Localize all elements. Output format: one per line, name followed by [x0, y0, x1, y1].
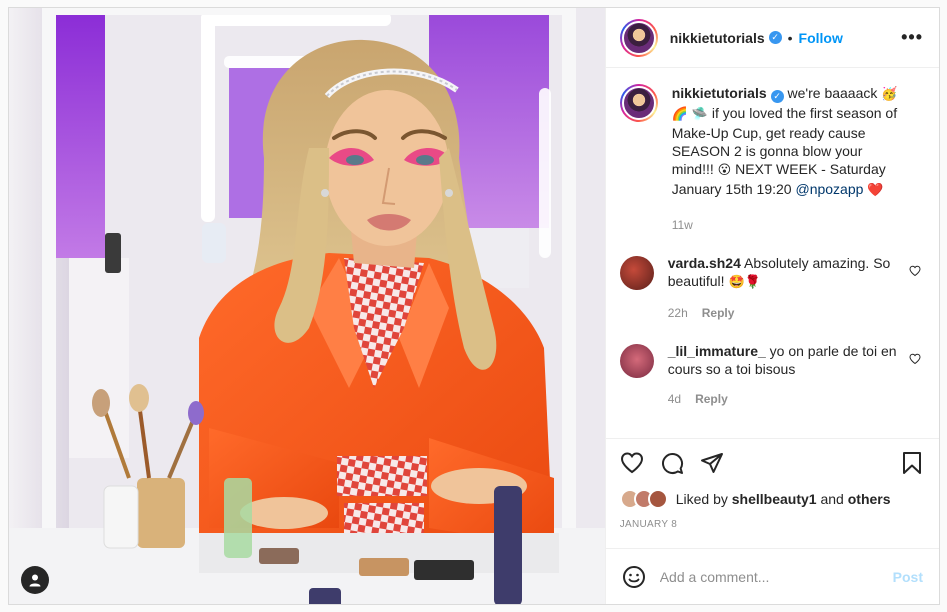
caption: nikkietutorials ✓ we're baaaack 🥳🌈 🛸 if y… [619, 84, 923, 234]
more-options-button[interactable]: ••• [901, 27, 923, 48]
heart-icon [909, 265, 921, 277]
emoji-icon [622, 565, 645, 588]
user-tag-icon [29, 574, 41, 587]
add-comment-bar: Post [605, 548, 939, 604]
likes-summary: Liked by shellbeauty1 and others [619, 489, 923, 509]
caption-username[interactable]: nikkietutorials [672, 85, 767, 101]
author-avatar[interactable] [619, 18, 658, 57]
share-button[interactable] [700, 451, 724, 475]
likes-joiner: and [820, 491, 844, 507]
post-actions: Liked by shellbeauty1 and others JANUARY… [605, 438, 939, 548]
comment-item: _lil_immature_ yo on parle de toi en cou… [619, 342, 923, 408]
caption-mention-link[interactable]: @npozapp [795, 181, 863, 197]
liker-avatars [619, 489, 668, 509]
heart-icon [909, 353, 921, 365]
post-date[interactable]: JANUARY 8 [620, 519, 923, 530]
comment-item: varda.sh24 Absolutely amazing. So beauti… [619, 254, 923, 322]
comment-emoji: 🤩🌹 [728, 275, 761, 290]
author-username[interactable]: nikkietutorials [670, 30, 765, 46]
caption-body: nikkietutorials ✓ we're baaaack 🥳🌈 🛸 if y… [672, 84, 923, 234]
caption-text-1: we're baaaack [787, 85, 878, 101]
like-button[interactable] [620, 451, 644, 475]
caption-emoji-2: 🛸 [691, 107, 708, 122]
action-bar [620, 451, 923, 475]
post-card: nikkietutorials ✓ • Follow ••• nikkietut… [8, 7, 940, 605]
verified-badge-icon: ✓ [768, 31, 782, 44]
comment-like-button[interactable] [909, 264, 921, 282]
comments-list: nikkietutorials ✓ we're baaaack 🥳🌈 🛸 if y… [606, 68, 939, 438]
heart-icon [620, 452, 643, 474]
comment-time[interactable]: 4d [668, 390, 681, 408]
caption-time[interactable]: 11w [672, 216, 693, 234]
likes-others-link[interactable]: others [848, 491, 891, 507]
paper-plane-icon [700, 453, 723, 473]
save-button[interactable] [901, 451, 923, 475]
commenter-avatar[interactable] [619, 344, 654, 378]
caption-avatar[interactable] [619, 84, 658, 122]
follow-button[interactable]: Follow [799, 30, 843, 46]
comment-button[interactable] [660, 451, 684, 475]
comment-body: _lil_immature_ yo on parle de toi en cou… [668, 342, 923, 408]
commenter-username[interactable]: _lil_immature_ [668, 343, 766, 359]
comment-input[interactable] [659, 568, 893, 585]
verified-badge-icon: ✓ [770, 89, 784, 103]
caption-emoji-3: 😮 [717, 163, 732, 178]
comment-meta: 22h Reply [668, 304, 903, 322]
post-side-panel: nikkietutorials ✓ • Follow ••• nikkietut… [604, 8, 939, 604]
caption-meta: 11w [672, 216, 903, 234]
comment-like-button[interactable] [909, 352, 921, 370]
photo-illustration [9, 8, 605, 604]
reply-button[interactable]: Reply [702, 304, 735, 322]
reply-button[interactable]: Reply [695, 390, 728, 408]
post-photo[interactable] [9, 8, 605, 604]
user-tag-button[interactable] [21, 566, 49, 594]
emoji-button[interactable] [622, 565, 646, 589]
liker-avatar[interactable] [647, 489, 668, 509]
bookmark-icon [903, 452, 921, 474]
caption-emoji-4: ❤️ [867, 183, 884, 198]
liker-username[interactable]: shellbeauty1 [732, 491, 817, 507]
comment-meta: 4d Reply [668, 390, 903, 408]
commenter-username[interactable]: varda.sh24 [668, 255, 741, 271]
comment-time[interactable]: 22h [668, 304, 688, 322]
post-header: nikkietutorials ✓ • Follow ••• [605, 8, 939, 68]
likes-prefix: Liked by [675, 491, 728, 507]
commenter-avatar[interactable] [619, 256, 654, 290]
post-comment-button[interactable]: Post [893, 569, 923, 585]
header-separator: • [787, 29, 793, 46]
comment-body: varda.sh24 Absolutely amazing. So beauti… [668, 254, 923, 322]
comment-icon [661, 453, 683, 474]
